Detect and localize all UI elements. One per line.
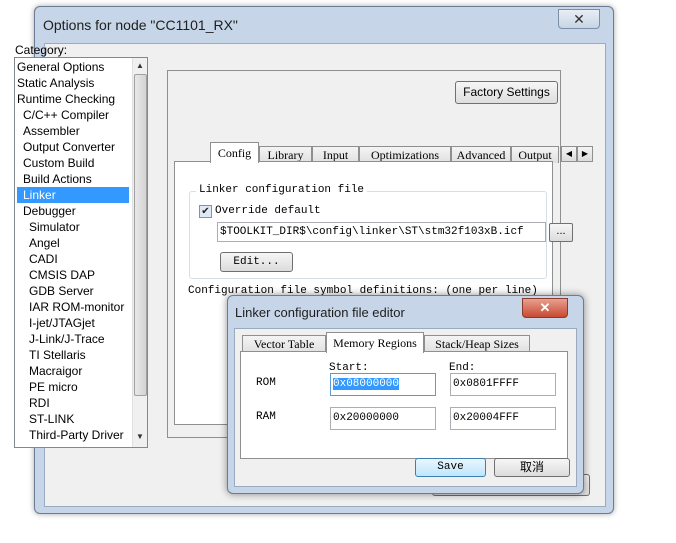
category-item-general-options[interactable]: General Options — [17, 59, 129, 75]
rom-label: ROM — [256, 377, 276, 389]
window-title: Options for node "CC1101_RX" — [43, 17, 238, 33]
override-default-checkbox[interactable]: ✔ — [199, 205, 212, 218]
scrollbar-thumb[interactable] — [134, 74, 147, 396]
browse-button[interactable]: ... — [549, 223, 573, 242]
category-item-debugger[interactable]: Debugger — [17, 203, 129, 219]
category-item-linker[interactable]: Linker — [17, 187, 129, 203]
ram-start-field[interactable]: 0x20000000 — [330, 407, 436, 430]
category-item-angel[interactable]: Angel — [17, 235, 129, 251]
category-item-ti-stellaris[interactable]: TI Stellaris — [17, 347, 129, 363]
tab-scroll-right-icon[interactable]: ▶ — [577, 146, 593, 162]
edit-button[interactable]: Edit... — [220, 252, 293, 272]
category-item-runtime-checking[interactable]: Runtime Checking — [17, 91, 129, 107]
category-item-cmsis-dap[interactable]: CMSIS DAP — [17, 267, 129, 283]
ram-end-field[interactable]: 0x20004FFF — [450, 407, 556, 430]
category-item-c-cpp-compiler[interactable]: C/C++ Compiler — [17, 107, 129, 123]
category-item-static-analysis[interactable]: Static Analysis — [17, 75, 129, 91]
tab-config[interactable]: Config — [210, 142, 259, 163]
category-item-third-party-driver[interactable]: Third-Party Driver — [17, 427, 129, 443]
category-item-simulator[interactable]: Simulator — [17, 219, 129, 235]
scroll-down-icon[interactable]: ▼ — [133, 430, 147, 444]
category-item-iar-rom-monitor[interactable]: IAR ROM-monitor — [17, 299, 129, 315]
category-item-custom-build[interactable]: Custom Build — [17, 155, 129, 171]
linker-config-path-field[interactable]: $TOOLKIT_DIR$\config\linker\ST\stm32f103… — [217, 222, 546, 242]
category-item-cadi[interactable]: CADI — [17, 251, 129, 267]
memory-regions-body: Start: End: ROM 0x08000000 0x0801FFFF RA… — [240, 351, 568, 459]
category-item-build-actions[interactable]: Build Actions — [17, 171, 129, 187]
rom-start-field[interactable]: 0x08000000 — [330, 373, 436, 396]
override-default-label[interactable]: Override default — [215, 205, 321, 217]
category-item-i-jet-jtagjet[interactable]: I-jet/JTAGjet — [17, 315, 129, 331]
rom-start-value: 0x08000000 — [333, 378, 400, 390]
tab-memory-regions[interactable]: Memory Regions — [326, 332, 424, 353]
editor-close-icon[interactable]: ✕ — [522, 298, 568, 318]
rom-end-field[interactable]: 0x0801FFFF — [450, 373, 556, 396]
editor-title: Linker configuration file editor — [235, 305, 405, 320]
factory-settings-button[interactable]: Factory Settings — [455, 81, 558, 104]
category-item-rdi[interactable]: RDI — [17, 395, 129, 411]
close-icon[interactable]: ✕ — [558, 9, 600, 29]
scroll-up-icon[interactable]: ▲ — [133, 59, 147, 73]
category-list[interactable]: General Options Static Analysis Runtime … — [14, 57, 148, 448]
tab-scroll-left-icon[interactable]: ◀ — [561, 146, 577, 162]
category-label: Category: — [15, 43, 68, 57]
category-scrollbar[interactable]: ▲ ▼ — [132, 58, 147, 447]
cancel-button[interactable]: 取消 — [494, 458, 570, 477]
save-button[interactable]: Save — [415, 458, 486, 477]
category-item-j-link-j-trace[interactable]: J-Link/J-Trace — [17, 331, 129, 347]
linker-config-editor-dialog: Linker configuration file editor ✕ Vecto… — [227, 295, 584, 494]
ram-label: RAM — [256, 411, 276, 423]
category-item-macraigor[interactable]: Macraigor — [17, 363, 129, 379]
category-item-assembler[interactable]: Assembler — [17, 123, 129, 139]
category-item-st-link[interactable]: ST-LINK — [17, 411, 129, 427]
category-item-output-converter[interactable]: Output Converter — [17, 139, 129, 155]
linker-config-group-title: Linker configuration file — [196, 184, 368, 196]
category-item-pe-micro[interactable]: PE micro — [17, 379, 129, 395]
category-item-gdb-server[interactable]: GDB Server — [17, 283, 129, 299]
